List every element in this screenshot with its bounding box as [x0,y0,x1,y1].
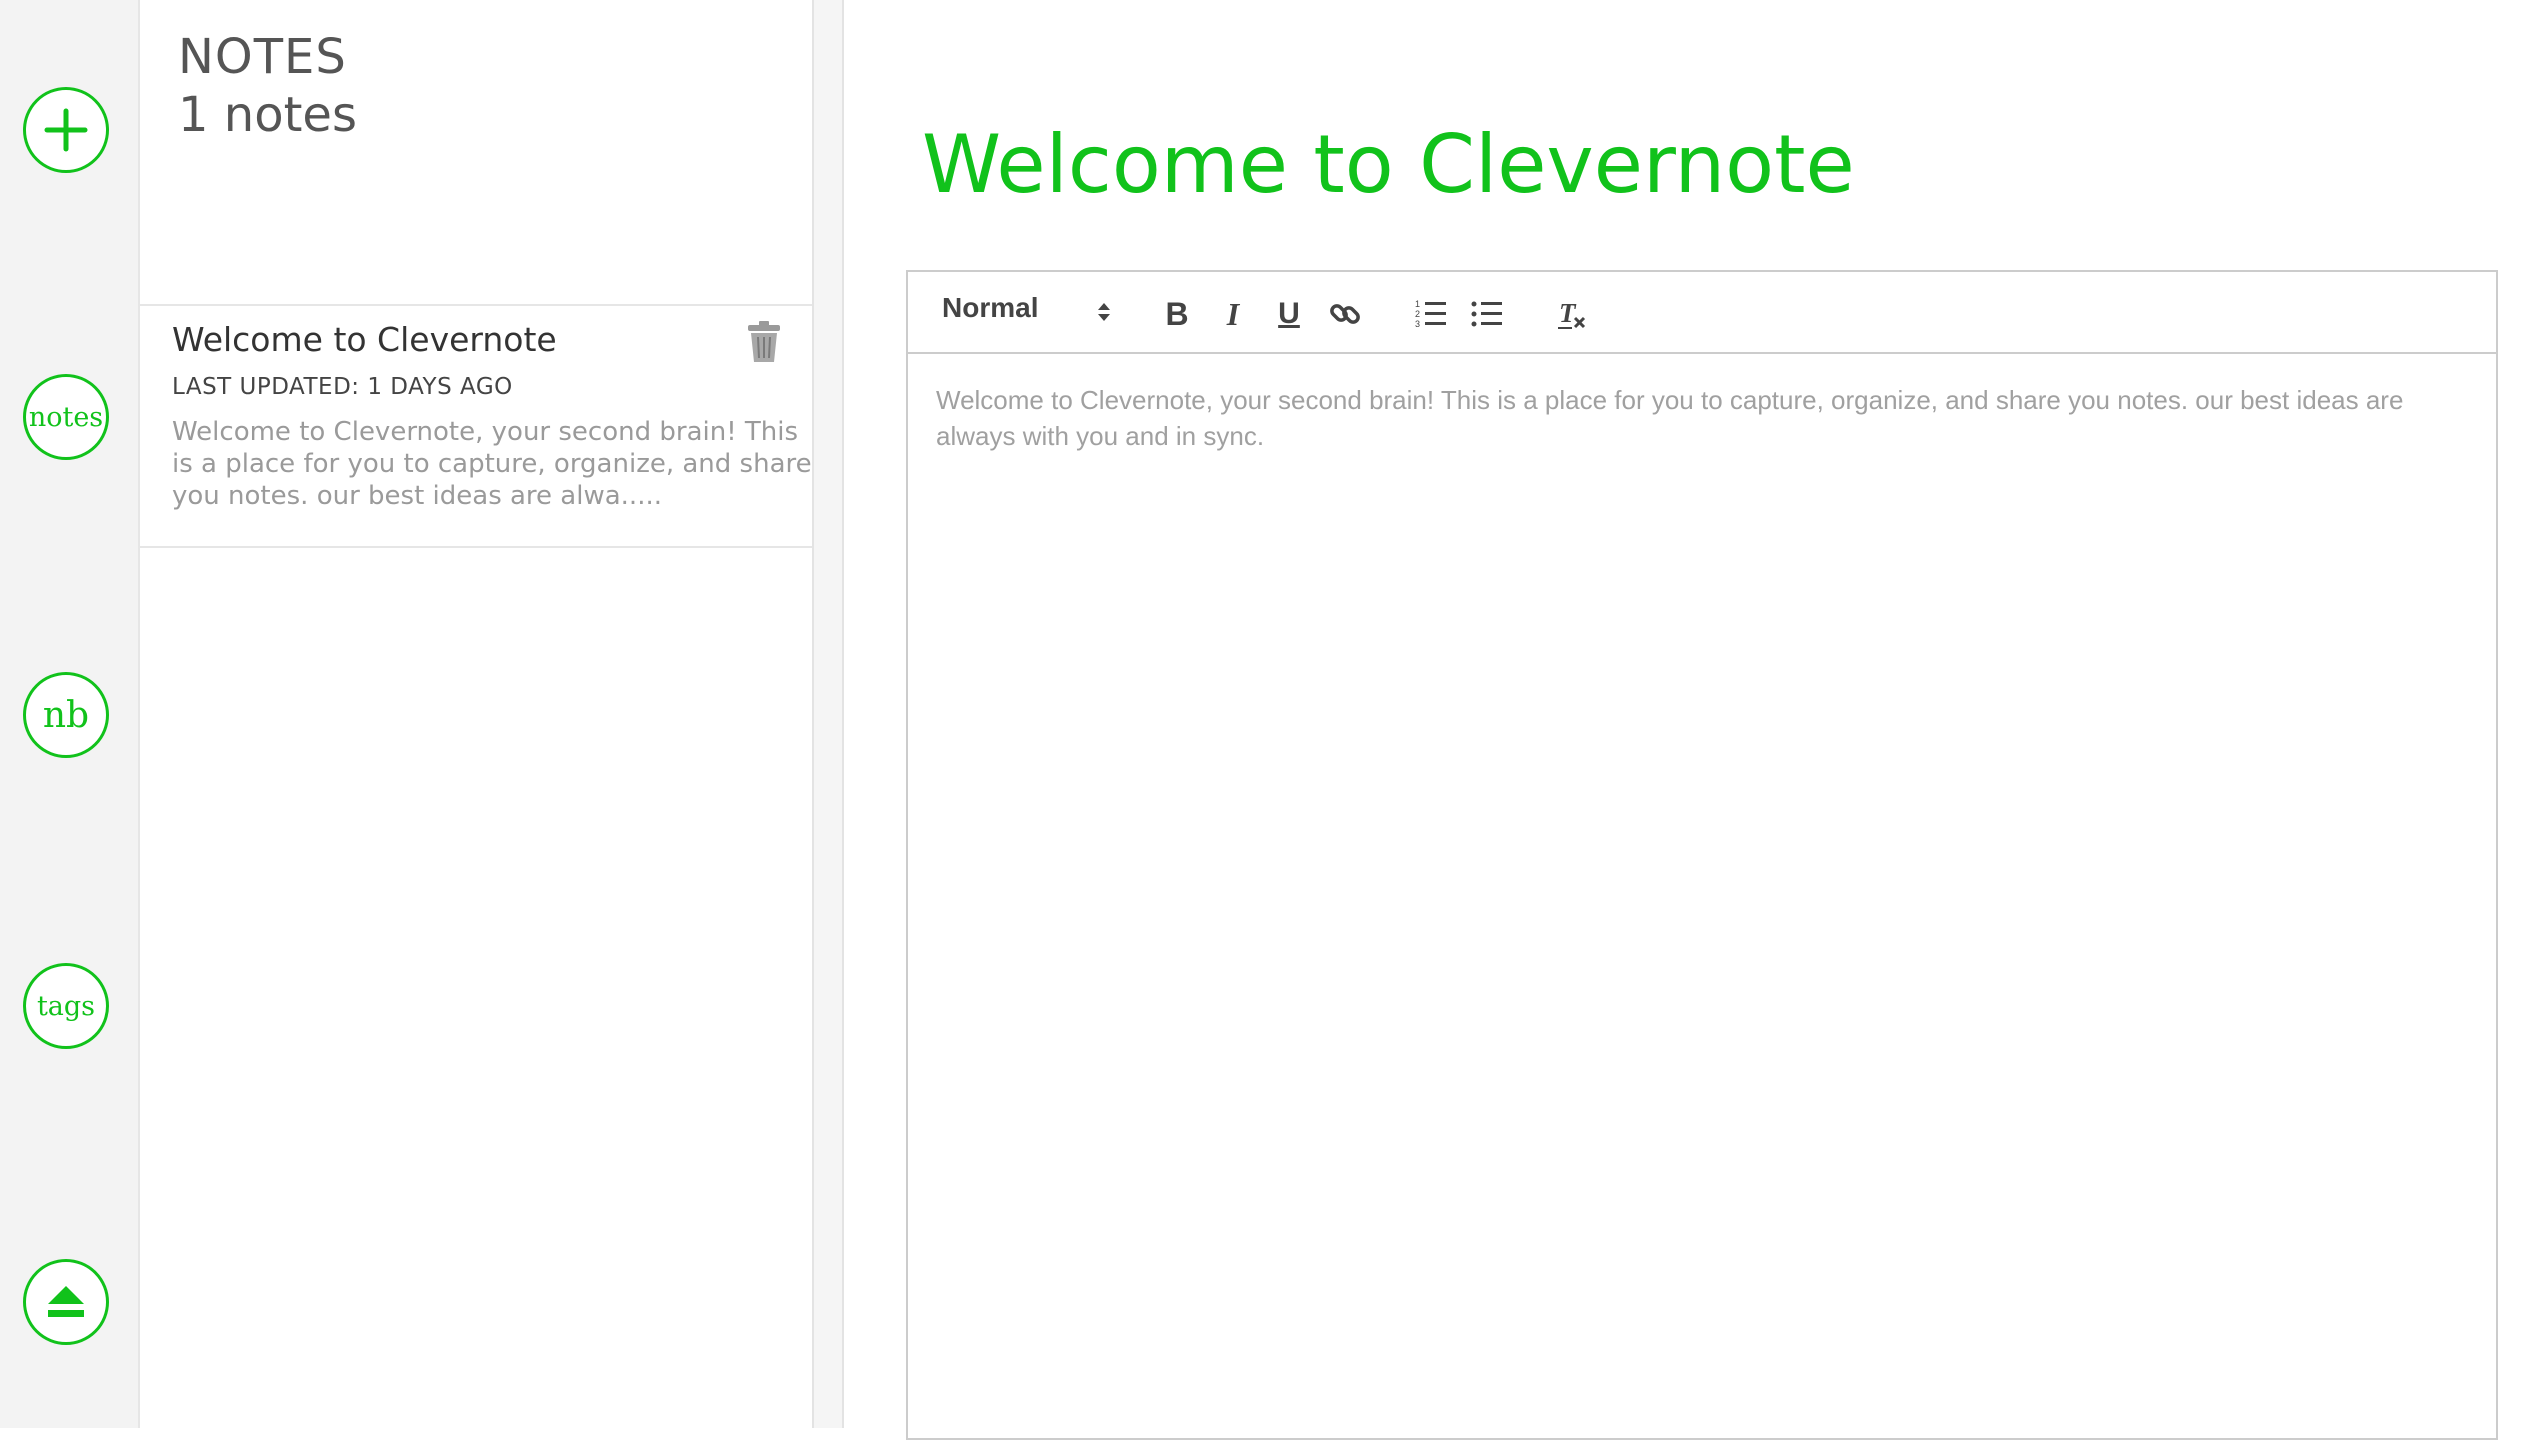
notes-header: NOTES 1 notes [178,28,357,144]
clear-format-icon: T [1558,298,1586,329]
editor-toolbar: Normal B I U 1 2 3 T [908,272,2496,354]
notes-count: 1 notes [178,87,357,143]
notes-nav-button[interactable]: notes [23,374,109,460]
left-rail: notes nb tags [0,0,140,1428]
ordered-list-icon: 1 2 3 [1415,299,1446,329]
underline-button[interactable]: U [1268,294,1310,334]
bullet-list-button[interactable] [1466,294,1508,334]
ordered-list-button[interactable]: 1 2 3 [1410,294,1452,334]
svg-text:3: 3 [1415,319,1420,329]
bold-label: B [1165,295,1189,332]
editor-body[interactable]: Welcome to Clevernote, your second brain… [936,382,2456,454]
notes-nav-label: notes [28,401,104,433]
bullet-list-icon [1471,301,1502,327]
note-item-last-updated: LAST UPDATED: 1 DAYS AGO [172,374,513,400]
note-list-item[interactable]: Welcome to Clevernote LAST UPDATED: 1 DA… [140,304,812,548]
link-icon [1330,304,1360,324]
underline-label: U [1278,297,1300,330]
bold-button[interactable]: B [1156,294,1198,334]
svg-text:2: 2 [1415,309,1420,319]
italic-button[interactable]: I [1212,294,1254,334]
notebooks-nav-button[interactable]: nb [23,672,109,758]
new-note-button[interactable] [23,87,109,173]
plus-icon [44,108,88,152]
note-item-snippet: Welcome to Clevernote, your second brain… [172,417,812,511]
note-item-title: Welcome to Clevernote [172,320,557,359]
delete-note-button[interactable] [744,320,784,364]
italic-label: I [1226,295,1240,332]
notes-list-panel: NOTES 1 notes Welcome to Clevernote LAST… [140,0,814,1428]
clear-format-button[interactable]: T [1552,294,1594,334]
tags-nav-label: tags [36,990,96,1022]
select-arrows-icon [1098,303,1110,321]
logout-button[interactable] [23,1259,109,1345]
format-select-value: Normal [942,292,1039,323]
panel-divider [814,0,844,1428]
eject-icon [48,1286,84,1317]
svg-text:1: 1 [1415,299,1420,309]
notebooks-nav-label: nb [42,694,90,736]
tags-nav-button[interactable]: tags [23,963,109,1049]
notes-heading: NOTES [178,29,347,85]
link-button[interactable] [1324,294,1366,334]
rich-text-editor: Normal B I U 1 2 3 T Welcome to Cleverno… [906,270,2498,1440]
svg-text:T: T [1559,298,1577,328]
trash-icon [748,321,780,362]
note-title-input[interactable]: Welcome to Clevernote [922,118,1855,211]
format-select[interactable]: Normal [942,292,1122,334]
right-edge [2512,0,2528,1428]
